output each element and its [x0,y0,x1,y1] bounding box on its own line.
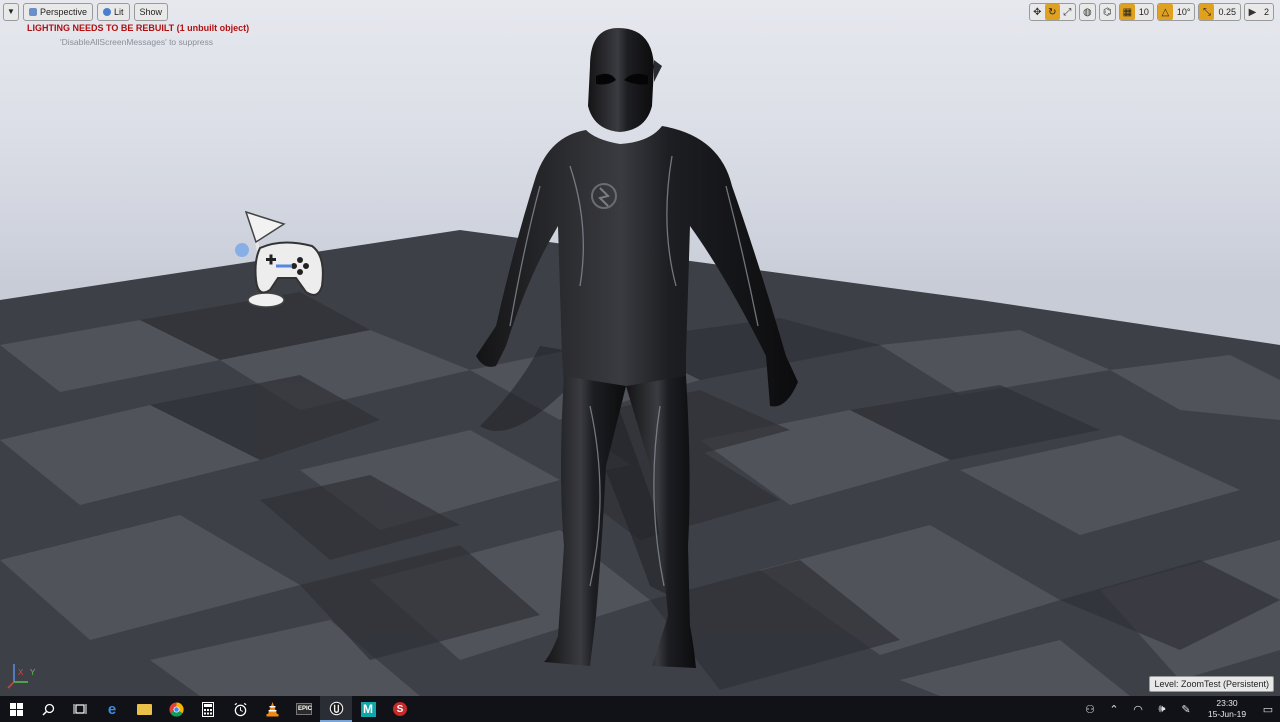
taskbar-alarms[interactable] [224,696,256,722]
wifi-icon[interactable]: ◠ [1126,696,1150,722]
camera-speed-group: ▶ 2 [1244,3,1274,21]
taskbar-epic-launcher[interactable]: EPIC [288,696,320,722]
vlc-cone-icon [266,702,279,717]
volume-icon[interactable]: 🕪 [1150,696,1174,722]
coordinate-system-group: ◍ [1079,3,1096,21]
rotation-snap-icon[interactable]: △ [1158,4,1173,20]
lighting-warning-message: LIGHTING NEEDS TO BE REBUILT (1 unbuilt … [27,23,249,33]
view-mode-button[interactable]: Lit [97,3,130,21]
task-view-icon [73,703,87,715]
surface-snap-icon[interactable]: ⌬ [1100,4,1115,20]
chevron-down-icon: ▼ [7,4,15,20]
maya-icon: M [361,702,376,717]
current-level-label: Level: ZoomTest (Persistent) [1149,676,1274,692]
task-view-button[interactable] [64,696,96,722]
grid-snap-group: ▦ 10 [1119,3,1154,21]
axis-gizmo: Y X [4,660,38,692]
scale-snap-value[interactable]: 0.25 [1214,4,1240,20]
camera-speed-icon[interactable]: ▶ [1245,4,1260,20]
chrome-icon [169,702,184,717]
axis-x-label: X [18,668,24,677]
scale-snap-group: ⤡ 0.25 [1198,3,1241,21]
clock-time: 23:30 [1198,698,1256,709]
surface-snap-group: ⌬ [1099,3,1116,21]
camera-icon [29,8,37,16]
calculator-icon [202,702,214,717]
alarm-clock-icon [233,702,248,717]
grid-snap-value[interactable]: 10 [1135,4,1153,20]
taskbar-unreal-editor[interactable] [320,696,352,722]
scale-snap-icon[interactable]: ⤡ [1199,4,1214,20]
translate-icon[interactable]: ✥ [1030,4,1045,20]
rotation-snap-group: △ 10° [1157,3,1196,21]
axis-y-label: Y [30,668,36,677]
perspective-label: Perspective [40,4,87,20]
viewport-options-dropdown[interactable]: ▼ [3,3,19,21]
system-tray: ⚇ ⌃ ◠ 🕪 ✎ 23:30 15-Jun-19 ▭ [1078,696,1280,722]
rotate-icon[interactable]: ↻ [1045,4,1060,20]
camera-speed-value[interactable]: 2 [1260,4,1273,20]
rotation-snap-value[interactable]: 10° [1173,4,1195,20]
epic-games-icon: EPIC [296,703,312,715]
pen-icon[interactable]: ✎ [1174,696,1198,722]
clock-date: 15-Jun-19 [1198,709,1256,720]
grid-snap-icon[interactable]: ▦ [1120,4,1135,20]
people-icon[interactable]: ⚇ [1078,696,1102,722]
taskbar-maya[interactable]: M [352,696,384,722]
taskbar-edge[interactable]: e [96,696,128,722]
transform-mode-group: ✥ ↻ ⤢ [1029,3,1076,21]
perspective-button[interactable]: Perspective [23,3,93,21]
search-icon [42,703,55,716]
show-button[interactable]: Show [134,3,169,21]
folder-icon [137,704,152,715]
clock[interactable]: 23:30 15-Jun-19 [1198,698,1256,720]
show-label: Show [140,4,163,20]
windows-logo-icon [10,703,23,716]
unreal-engine-icon [329,701,344,716]
taskbar-vlc[interactable] [256,696,288,722]
viewport-toolbar-left: ▼ Perspective Lit Show [3,3,168,21]
suppress-hint-message: 'DisableAllScreenMessages' to suppress [60,37,213,47]
start-button[interactable] [0,696,32,722]
taskbar-substance-painter[interactable]: S [384,696,416,722]
scale-icon[interactable]: ⤢ [1060,4,1075,20]
lit-label: Lit [114,4,124,20]
taskbar-file-explorer[interactable] [128,696,160,722]
taskbar-chrome[interactable] [160,696,192,722]
character-mesh[interactable] [440,26,820,676]
viewport-toolbar-right: ✥ ↻ ⤢ ◍ ⌬ ▦ 10 △ 10° ⤡ 0.25 ▶ 2 [1029,3,1274,21]
lit-sphere-icon [103,8,111,16]
edge-icon: e [108,701,116,718]
taskbar-calculator[interactable] [192,696,224,722]
world-globe-icon[interactable]: ◍ [1080,4,1095,20]
search-button[interactable] [32,696,64,722]
notification-icon[interactable]: ▭ [1256,696,1280,722]
substance-icon: S [393,702,407,716]
level-viewport[interactable]: ▼ Perspective Lit Show LIGHTING NEEDS TO… [0,0,1280,696]
chevron-up-icon[interactable]: ⌃ [1102,696,1126,722]
windows-taskbar: e EPIC [0,696,1280,722]
player-start-icon[interactable] [232,208,332,312]
